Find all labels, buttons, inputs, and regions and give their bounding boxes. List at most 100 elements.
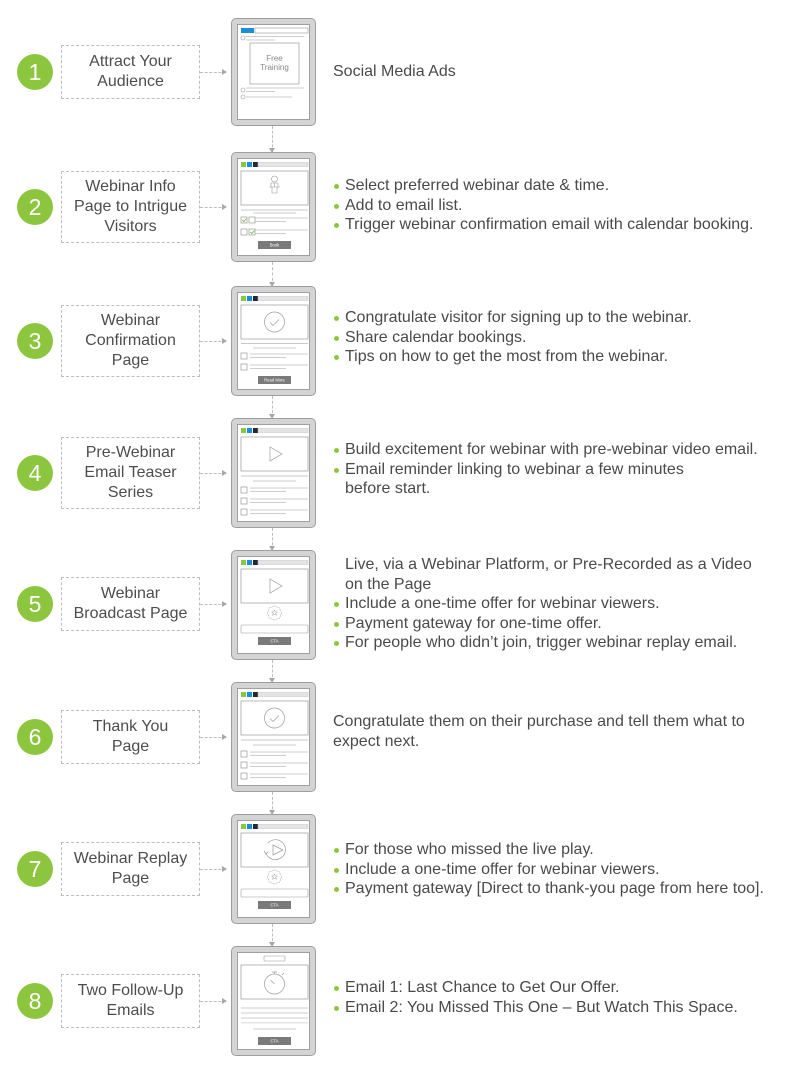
bullet-item: Build excitement for webinar with pre-we…: [333, 440, 758, 460]
step-number-badge: 2: [17, 189, 53, 225]
follow-up-email-mockup: CTA: [231, 946, 316, 1056]
step-title: Thank You Page: [93, 717, 169, 757]
svg-text:Read More: Read More: [264, 378, 285, 383]
step-title-box: Thank You Page: [61, 710, 200, 764]
confirmation-page-mockup: Read More: [231, 286, 316, 396]
step-title: Two Follow-Up Emails: [78, 981, 184, 1021]
step-description: Select preferred webinar date & time. Add…: [333, 176, 754, 235]
step-number-badge: 1: [17, 54, 53, 90]
flow-arrow-down: [269, 660, 275, 683]
mockup-screen: Book: [237, 158, 310, 256]
step-title-box: Attract Your Audience: [61, 45, 200, 99]
svg-text:Training: Training: [260, 63, 289, 72]
svg-text:Book: Book: [270, 243, 280, 248]
bullet-item: Include a one-time offer for webinar vie…: [333, 594, 752, 614]
bullet-list: For those who missed the live play. Inclu…: [333, 840, 764, 899]
step-title-box: Webinar Broadcast Page: [61, 577, 200, 631]
svg-text:CTA: CTA: [270, 1039, 278, 1044]
step-title-line: Thank You: [92, 718, 169, 735]
step-title-line: Two Follow-Up: [77, 982, 184, 999]
step-description: Build excitement for webinar with pre-we…: [333, 440, 758, 499]
step-description: Email 1: Last Chance to Get Our Offer. Em…: [333, 978, 738, 1017]
bullet-item: Add to email list.: [333, 196, 754, 216]
step-number-badge: 3: [17, 323, 53, 359]
bullet-item: Congratulate visitor for signing up to t…: [333, 308, 692, 328]
description-text: Social Media Ads: [333, 63, 456, 80]
step-title: Pre-Webinar Email Teaser Series: [84, 443, 176, 503]
bullet-list: Email 1: Last Chance to Get Our Offer. Em…: [333, 978, 738, 1017]
step-description: Live, via a Webinar Platform, or Pre-Rec…: [333, 555, 752, 653]
arrow-connector: [200, 69, 227, 75]
step-title-line: Page: [111, 870, 150, 887]
step-title: Webinar Confirmation Page: [85, 311, 176, 371]
replay-page-mockup: CTA: [231, 814, 316, 924]
description-text: expect next.: [333, 732, 420, 750]
broadcast-page-mockup: CTA: [231, 550, 316, 660]
description-text: on the Page: [345, 575, 432, 593]
step-title-line: Page to Intrigue: [74, 198, 187, 215]
bullet-item: Email reminder linking to webinar a few …: [333, 460, 758, 499]
step-title-line: Broadcast Page: [73, 605, 188, 622]
step-title-box: Pre-Webinar Email Teaser Series: [61, 437, 200, 509]
bullet-list: Congratulate visitor for signing up to t…: [333, 308, 692, 367]
step-title: Webinar Replay Page: [74, 849, 188, 889]
bullet-list: Include a one-time offer for webinar vie…: [333, 594, 752, 653]
bullet-item: Email 2: You Missed This One – But Watch…: [333, 998, 738, 1018]
arrow-connector: [200, 734, 227, 740]
step-title-line: Webinar Replay: [73, 850, 188, 867]
social-ad-mockup: Free Training: [231, 18, 316, 126]
bullet-item: Include a one-time offer for webinar vie…: [333, 860, 764, 880]
step-title-line: Webinar Info: [85, 178, 176, 195]
arrow-connector: [200, 470, 227, 476]
mockup-screen: Free Training: [237, 24, 310, 120]
step-description: For those who missed the live play. Inclu…: [333, 840, 764, 899]
step-title-line: Visitors: [104, 218, 157, 235]
flow-arrow-down: [269, 792, 275, 815]
step-number-badge: 8: [17, 983, 53, 1019]
bullet-item: Trigger webinar confirmation email with …: [333, 215, 754, 235]
bullet-list: Build excitement for webinar with pre-we…: [333, 440, 758, 499]
thank-you-page-mockup: [231, 682, 316, 792]
arrow-connector: [200, 204, 227, 210]
flow-arrow-down: [269, 126, 275, 153]
bullet-item: For those who missed the live play.: [333, 840, 764, 860]
step-number-badge: 5: [17, 586, 53, 622]
step-description: Social Media Ads: [333, 62, 456, 82]
arrow-connector: [200, 338, 227, 344]
arrow-connector: [200, 601, 227, 607]
step-title-line: Attract Your: [89, 53, 172, 70]
step-title-line: Audience: [97, 73, 164, 90]
video-email-mockup: [231, 418, 316, 528]
bullet-item: Payment gateway [Direct to thank-you pag…: [333, 879, 764, 899]
info-page-mockup: Book: [231, 152, 316, 262]
mockup-screen: CTA: [237, 952, 310, 1050]
mockup-screen: CTA: [237, 556, 310, 654]
flow-arrow-down: [269, 396, 275, 419]
flow-arrow-down: [269, 924, 275, 947]
step-description: Congratulate them on their purchase and …: [333, 712, 745, 751]
step-title-line: Webinar: [100, 585, 161, 602]
step-title-box: Webinar Info Page to Intrigue Visitors: [61, 171, 200, 243]
flow-arrow-down: [269, 262, 275, 287]
step-title: Webinar Broadcast Page: [74, 584, 188, 624]
bullet-item: Select preferred webinar date & time.: [333, 176, 754, 196]
mockup-screen: [237, 424, 310, 522]
description-text: Congratulate them on their purchase and …: [333, 713, 745, 730]
arrow-connector: [200, 998, 227, 1004]
bullet-item: Email 1: Last Chance to Get Our Offer.: [333, 978, 738, 998]
svg-text:CTA: CTA: [270, 903, 278, 908]
description-text: Live, via a Webinar Platform, or Pre-Rec…: [345, 556, 752, 573]
step-number-badge: 4: [17, 455, 53, 491]
mockup-screen: [237, 688, 310, 786]
step-title-line: Emails: [106, 1002, 155, 1019]
bullet-list: Select preferred webinar date & time. Add…: [333, 176, 754, 235]
step-title: Webinar Info Page to Intrigue Visitors: [74, 177, 187, 237]
step-title-line: Webinar: [100, 312, 161, 329]
step-title-line: Pre-Webinar: [85, 444, 176, 461]
step-title-box: Webinar Confirmation Page: [61, 305, 200, 377]
bullet-item: Payment gateway for one-time offer.: [333, 614, 752, 634]
mockup-screen: CTA: [237, 820, 310, 918]
step-title-line: Page: [111, 352, 150, 369]
bullet-item: Share calendar bookings.: [333, 328, 692, 348]
step-number-badge: 7: [17, 851, 53, 887]
